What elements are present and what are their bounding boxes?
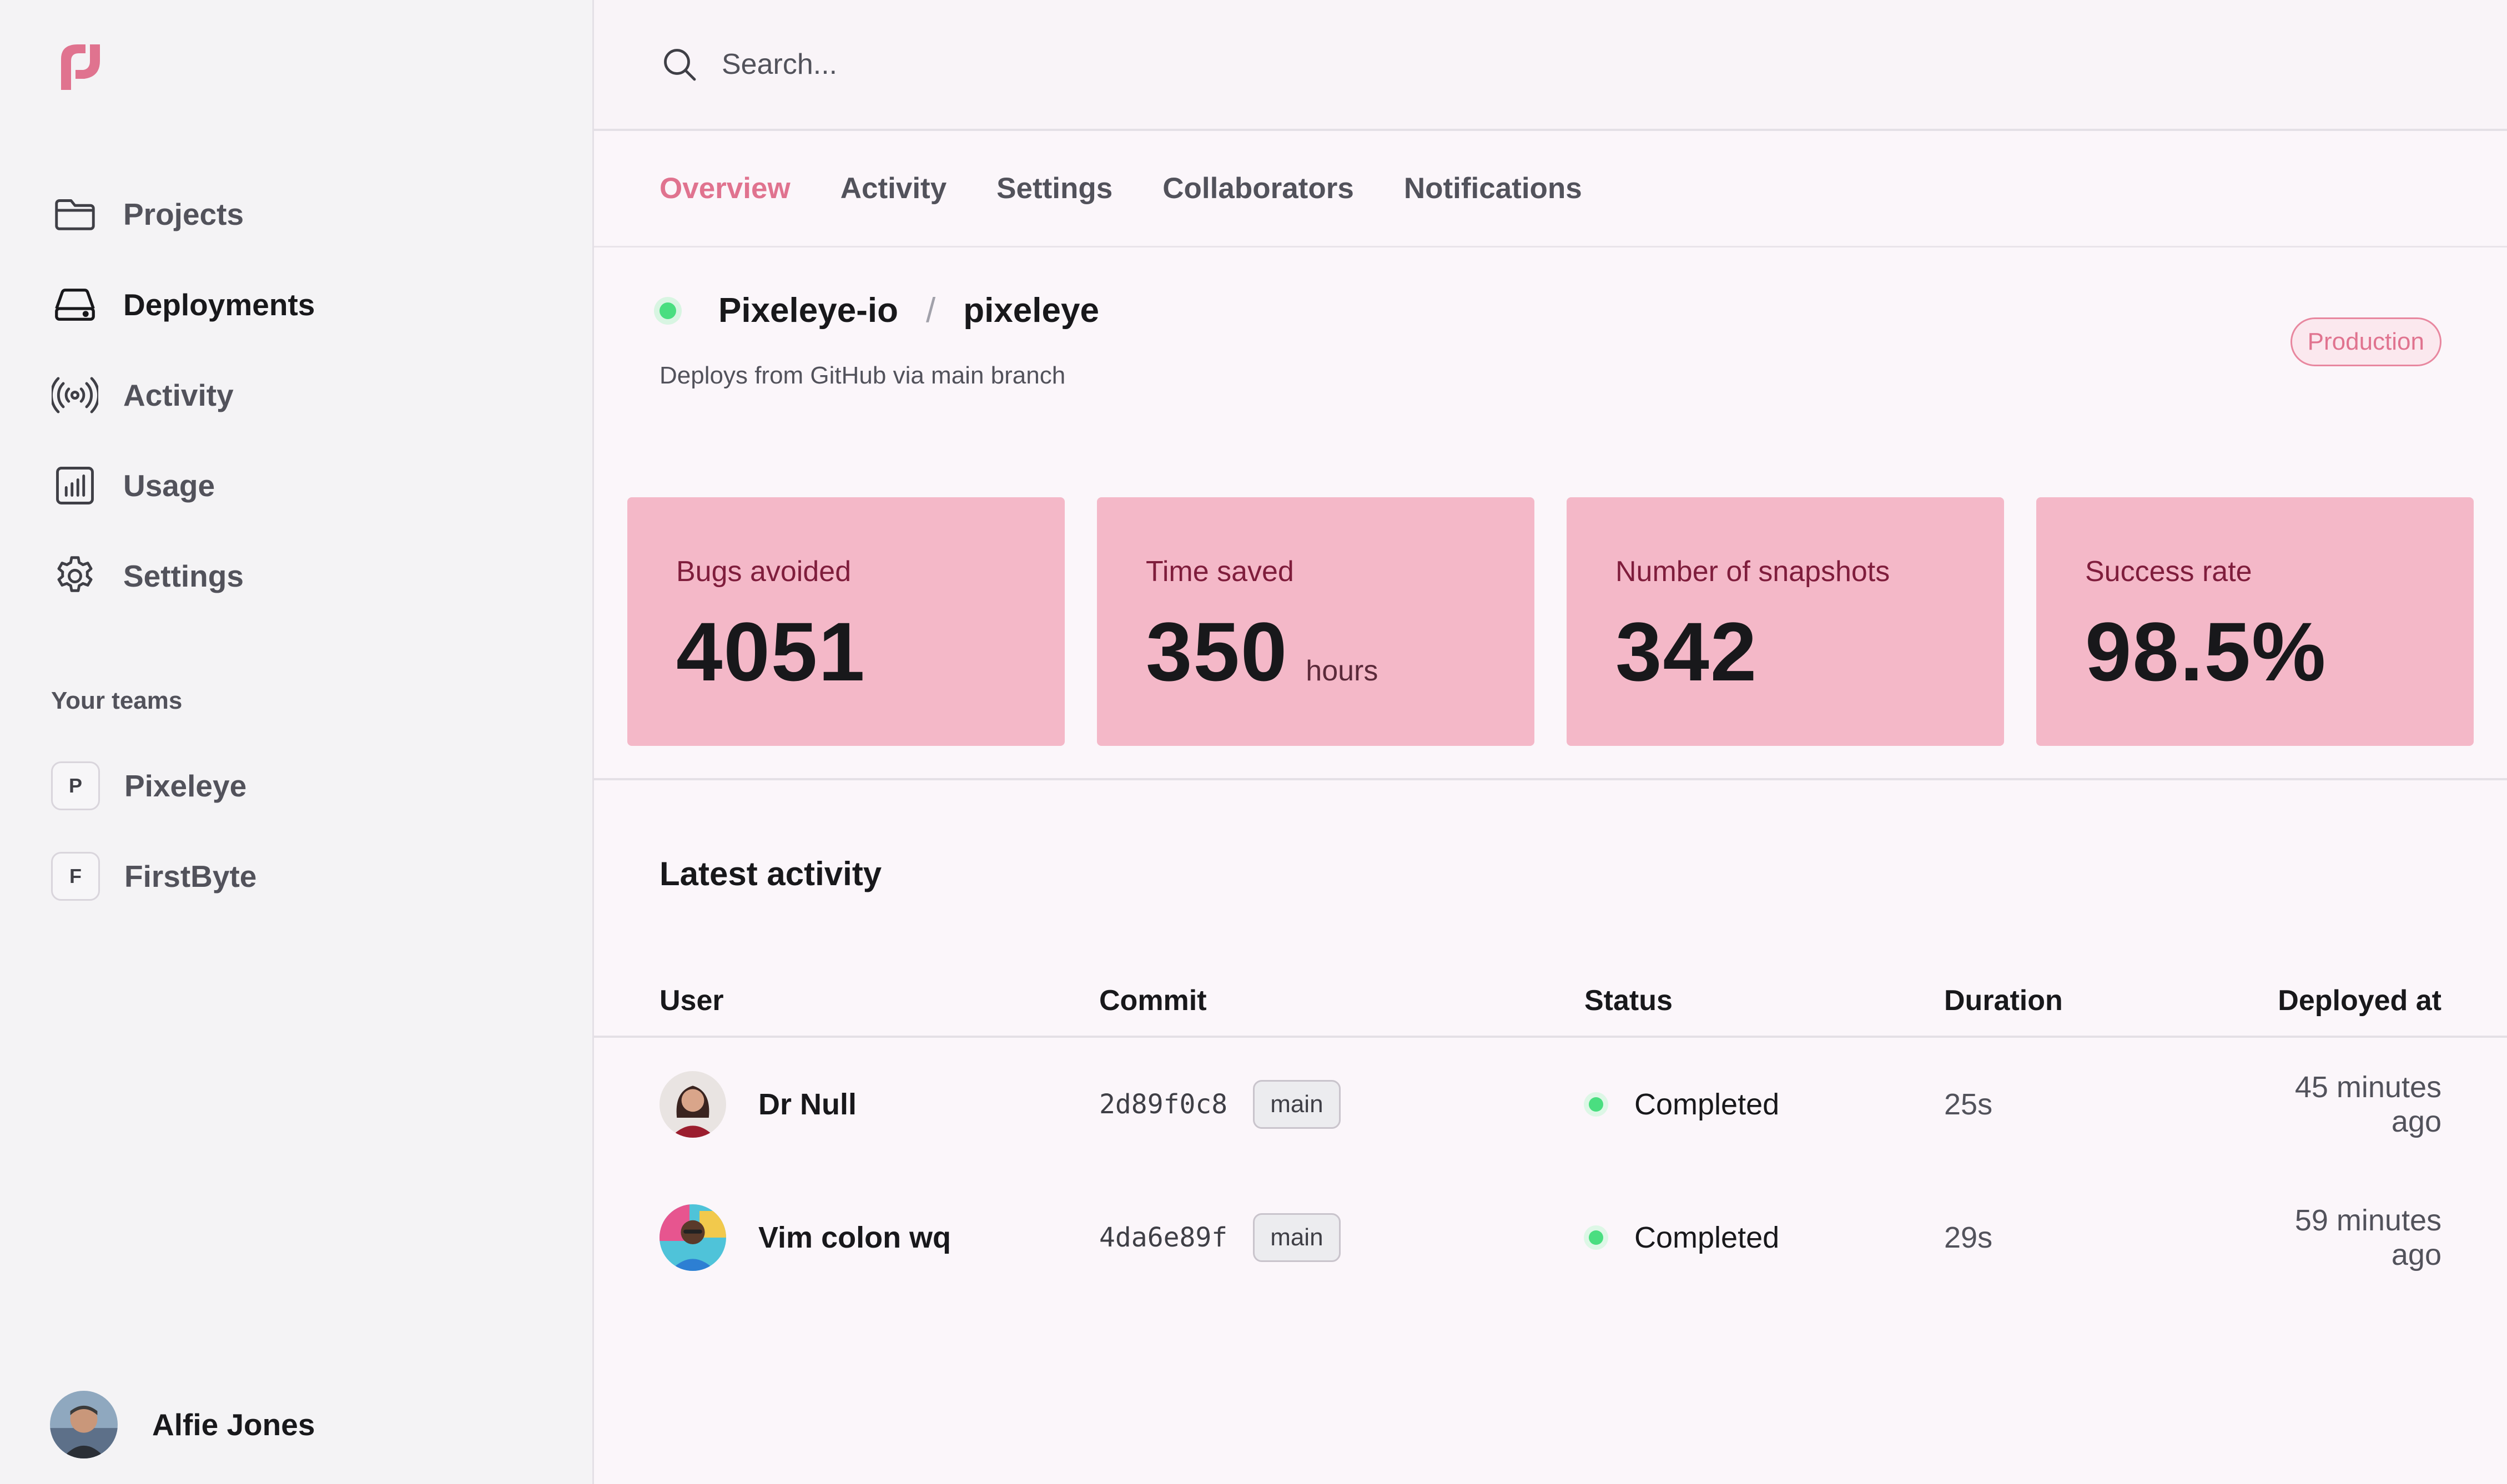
column-header-deployed-at[interactable]: Deployed at [2277,984,2507,1017]
row-duration: 25s [1944,1088,1993,1121]
pixeleye-logo-icon[interactable] [53,37,114,98]
project-header: Pixeleye-io / pixeleye Deploys from GitH… [594,248,2507,497]
search-input[interactable] [722,48,1610,81]
sidebar-item-label: Settings [123,559,244,593]
branch-badge: main [1253,1080,1341,1129]
user-name: Dr Null [758,1088,857,1121]
stat-unit: hours [1306,655,1378,687]
team-name: Pixeleye [124,769,247,803]
stat-value: 98.5% [2085,604,2474,700]
team-item-firstbyte[interactable]: F FirstByte [51,849,551,904]
stat-number: 4051 [676,605,866,698]
table-row[interactable]: Vim colon wq 4da6e89f main Completed 29s… [594,1171,2507,1304]
status-label: Completed [1634,1221,1780,1254]
stat-number: 98.5% [2085,605,2327,698]
user-name: Vim colon wq [758,1221,952,1254]
commit-hash[interactable]: 2d89f0c8 [1099,1089,1227,1120]
tab-notifications[interactable]: Notifications [1404,171,1582,205]
row-user: Vim colon wq [594,1204,1099,1271]
row-deployed-at: 45 minutes ago [2294,1071,2441,1138]
stat-label: Bugs avoided [676,556,852,588]
team-name: FirstByte [124,859,257,894]
column-header-user[interactable]: User [594,984,1099,1017]
teams-heading: Your teams [51,687,183,714]
branch-badge: main [1253,1213,1341,1262]
row-user: Dr Null [594,1071,1099,1138]
bar-chart-icon [51,462,99,509]
stat-card-time-saved: Time saved 350 hours [1097,497,1534,746]
table-header: User Commit Status Duration Deployed at [594,966,2507,1038]
stat-value: 350 hours [1146,604,1534,700]
row-status: Completed [1584,1087,1944,1122]
user-profile[interactable]: Alfie Jones [50,1391,315,1458]
deploy-note: Deploys from GitHub via main branch [660,362,1066,389]
sidebar-item-deployments[interactable]: Deployments [51,271,551,338]
row-status: Completed [1584,1220,1944,1255]
sidebar-item-label: Activity [123,378,234,412]
row-duration: 29s [1944,1221,1993,1254]
environment-badge: Production [2290,317,2441,366]
status-dot [1589,1097,1603,1112]
status-label: Completed [1634,1088,1780,1121]
team-initial-badge: P [51,761,100,810]
stat-number: 350 [1146,605,1288,698]
activity-table: User Commit Status Duration Deployed at [594,966,2507,1304]
broadcast-icon [51,371,99,419]
breadcrumb-separator: / [925,291,936,330]
team-item-pixeleye[interactable]: P Pixeleye [51,758,551,814]
team-initial-badge: F [51,852,100,901]
table-row[interactable]: Dr Null 2d89f0c8 main Completed 25s 45 m… [594,1038,2507,1171]
column-header-duration[interactable]: Duration [1944,984,2277,1017]
commit-hash[interactable]: 4da6e89f [1099,1222,1227,1253]
sidebar-item-label: Usage [123,468,215,503]
stat-label: Number of snapshots [1615,556,1890,588]
user-avatar [660,1204,726,1271]
tab-bar: Overview Activity Settings Collaborators… [594,131,2507,248]
sidebar-item-label: Deployments [123,287,315,322]
stat-card-bugs-avoided: Bugs avoided 4051 [627,497,1065,746]
project-breadcrumb: Pixeleye-io / pixeleye [660,291,1099,330]
tab-overview[interactable]: Overview [660,171,791,205]
teams-list: P Pixeleye F FirstByte [51,758,551,939]
stat-number: 342 [1615,605,1758,698]
stat-card-snapshots: Number of snapshots 342 [1567,497,2004,746]
sidebar-item-label: Projects [123,197,244,231]
tab-collaborators[interactable]: Collaborators [1162,171,1354,205]
tab-activity[interactable]: Activity [840,171,947,205]
stat-label: Success rate [2085,556,2252,588]
folder-icon [51,190,99,238]
status-indicator [660,302,676,319]
row-commit: 4da6e89f main [1099,1213,1584,1262]
user-name: Alfie Jones [152,1407,315,1442]
row-deployed-at: 59 minutes ago [2294,1204,2441,1271]
column-header-commit[interactable]: Commit [1099,984,1584,1017]
stats-section: Bugs avoided 4051 Time saved 350 hours N… [594,497,2507,780]
sidebar-item-settings[interactable]: Settings [51,543,551,609]
sidebar-item-projects[interactable]: Projects [51,181,551,248]
user-avatar [50,1391,118,1458]
sidebar-nav: Projects Deployments Activity Usage Sett… [51,181,551,633]
project-repo[interactable]: pixeleye [963,291,1099,330]
main-content: Overview Activity Settings Collaborators… [594,0,2507,1484]
search-icon [664,49,696,81]
status-dot [1589,1230,1603,1245]
project-org[interactable]: Pixeleye-io [718,291,898,330]
app: Projects Deployments Activity Usage Sett… [0,0,2507,1484]
sidebar: Projects Deployments Activity Usage Sett… [0,0,594,1484]
tab-settings[interactable]: Settings [996,171,1112,205]
search-bar [594,0,2507,131]
stat-label: Time saved [1146,556,1294,588]
row-commit: 2d89f0c8 main [1099,1080,1584,1129]
column-header-status[interactable]: Status [1584,984,1944,1017]
stat-card-success-rate: Success rate 98.5% [2036,497,2474,746]
activity-title: Latest activity [660,855,882,892]
user-avatar [660,1071,726,1138]
sidebar-item-usage[interactable]: Usage [51,452,551,519]
server-icon [51,281,99,329]
stat-value: 342 [1615,604,2004,700]
stat-value: 4051 [676,604,1065,700]
sidebar-item-activity[interactable]: Activity [51,362,551,428]
gear-icon [51,552,99,600]
